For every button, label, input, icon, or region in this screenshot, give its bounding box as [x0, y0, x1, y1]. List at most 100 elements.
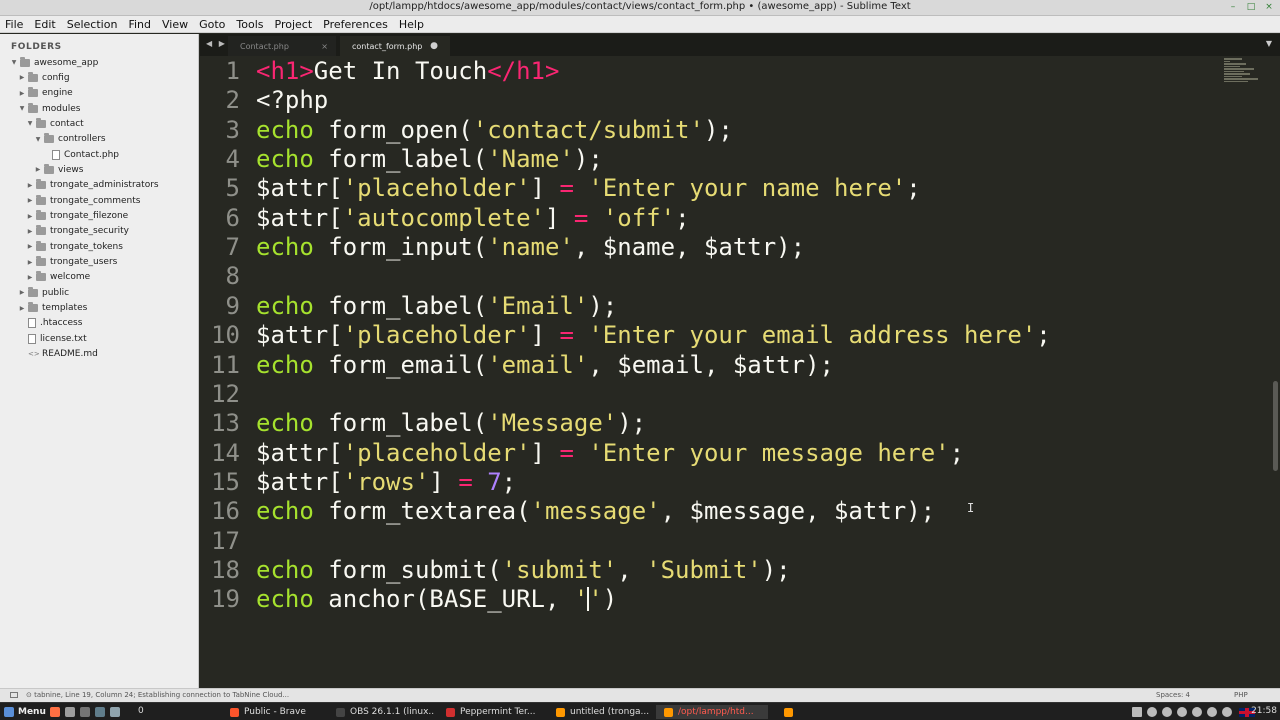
chevron-right-icon[interactable]: ▶ [18, 74, 26, 81]
sidebar-item-controllers[interactable]: ▼ controllers [0, 132, 106, 147]
code-line[interactable]: 18 echo form_submit('submit', 'Submit'); [200, 556, 1220, 585]
menu-goto[interactable]: Goto [199, 18, 225, 31]
files-icon[interactable] [65, 707, 75, 717]
code-line[interactable]: 14 $attr['placeholder'] = 'Enter your mes… [200, 439, 1220, 468]
shield-icon[interactable] [1162, 707, 1172, 717]
tab-contact-form-php[interactable]: contact_form.php ● [340, 36, 450, 56]
sidebar-item-modules[interactable]: ▼ modules [0, 101, 80, 116]
code-line[interactable]: 2 <?php [200, 86, 1220, 115]
workspace-indicator[interactable]: 0 [138, 706, 144, 716]
sidebar-item-trongate-comments[interactable]: ▶ trongate_comments [0, 193, 140, 208]
sidebar-item-htaccess[interactable]: .htaccess [0, 316, 82, 331]
code-line[interactable]: 17 [200, 527, 1220, 556]
unsaved-dot-icon[interactable]: ● [430, 41, 438, 51]
menu-tools[interactable]: Tools [236, 18, 263, 31]
chevron-right-icon[interactable]: ▶ [26, 213, 34, 220]
chevron-down-icon[interactable]: ▼ [18, 105, 26, 112]
wifi-icon[interactable] [1192, 707, 1202, 717]
code-line[interactable]: 11 echo form_email('email', $email, $attr… [200, 351, 1220, 380]
panel-toggle-icon[interactable] [10, 692, 18, 698]
menu-selection[interactable]: Selection [67, 18, 118, 31]
chevron-down-icon[interactable]: ▼ [34, 136, 42, 143]
sidebar-item-awesome-app[interactable]: ▼ awesome_app [0, 55, 98, 70]
menu-file[interactable]: File [5, 18, 23, 31]
settings-icon[interactable] [95, 707, 105, 717]
sidebar-item-readme-md[interactable]: <> README.md [0, 347, 98, 362]
chevron-right-icon[interactable]: ▶ [18, 305, 26, 312]
firefox-icon[interactable] [50, 707, 60, 717]
tab-close-icon[interactable]: × [321, 42, 328, 51]
network-icon[interactable] [1147, 707, 1157, 717]
sidebar-item-trongate-filezone[interactable]: ▶ trongate_filezone [0, 209, 128, 224]
chevron-right-icon[interactable]: ▶ [18, 289, 26, 296]
code-line[interactable]: 4 echo form_label('Name'); [200, 145, 1220, 174]
code-line[interactable]: 1 <h1>Get In Touch</h1> [200, 57, 1220, 86]
sidebar-item-contact[interactable]: ▼ contact [0, 116, 84, 131]
sync-icon[interactable] [1207, 707, 1217, 717]
terminal-icon[interactable] [80, 707, 90, 717]
code-line[interactable]: 13 echo form_label('Message'); [200, 409, 1220, 438]
taskbar-window-3[interactable]: Peppermint Ter... [438, 705, 544, 719]
display-icon[interactable] [1132, 707, 1142, 717]
taskbar-window-2[interactable]: OBS 26.1.1 (linux... [328, 705, 434, 719]
menu-edit[interactable]: Edit [34, 18, 55, 31]
sidebar-item-engine[interactable]: ▶ engine [0, 86, 73, 101]
minimize-icon[interactable]: – [1228, 2, 1238, 12]
code-line[interactable]: 9 echo form_label('Email'); [200, 292, 1220, 321]
chevron-right-icon[interactable]: ▶ [26, 182, 34, 189]
code-line[interactable]: 6 $attr['autocomplete'] = 'off'; [200, 204, 1220, 233]
sidebar-item-templates[interactable]: ▶ templates [0, 301, 87, 316]
menu-view[interactable]: View [162, 18, 188, 31]
code-line[interactable]: 12 [200, 380, 1220, 409]
chevron-right-icon[interactable]: ▶ [26, 197, 34, 204]
code-line[interactable]: 8 [200, 262, 1220, 291]
menu-find[interactable]: Find [128, 18, 151, 31]
code-editor[interactable]: I 1 <h1>Get In Touch</h1> 2 <?php 3 echo form… [200, 56, 1280, 688]
code-line[interactable]: 19 echo anchor(BASE_URL, '') [200, 585, 1220, 614]
sidebar-item-contact-php[interactable]: Contact.php [0, 147, 119, 162]
menu-preferences[interactable]: Preferences [323, 18, 388, 31]
start-menu-button[interactable]: Menu [4, 705, 46, 719]
sidebar-item-config[interactable]: ▶ config [0, 70, 70, 85]
taskbar-window-5[interactable]: /opt/lampp/htd... [656, 705, 768, 719]
chevron-right-icon[interactable]: ▶ [26, 228, 34, 235]
volume-icon[interactable] [1222, 707, 1232, 717]
menu-project[interactable]: Project [275, 18, 313, 31]
sidebar-item-trongate-users[interactable]: ▶ trongate_users [0, 255, 117, 270]
chevron-right-icon[interactable]: ▶ [26, 274, 34, 281]
chevron-right-icon[interactable]: ▶ [26, 243, 34, 250]
sidebar-item-views[interactable]: ▶ views [0, 162, 83, 177]
taskbar-sublime-launcher[interactable] [776, 705, 802, 719]
chevron-down-icon[interactable]: ▼ [10, 59, 18, 66]
taskbar-window-4[interactable]: untitled (tronga... [548, 705, 652, 719]
tab-menu-chevron-icon[interactable]: ▼ [1266, 39, 1272, 48]
tab-contact-php[interactable]: Contact.php × [228, 36, 336, 56]
code-line[interactable]: 7 echo form_input('name', $name, $attr); [200, 233, 1220, 262]
menu-help[interactable]: Help [399, 18, 424, 31]
taskbar-window-1[interactable]: Public - Brave [222, 705, 324, 719]
code-line[interactable]: 3 echo form_open('contact/submit'); [200, 116, 1220, 145]
desktop-icon[interactable] [110, 707, 120, 717]
sidebar-item-trongate-tokens[interactable]: ▶ trongate_tokens [0, 239, 123, 254]
tab-nav-arrows-icon[interactable]: ◀ ▶ [206, 39, 227, 48]
maximize-icon[interactable]: □ [1246, 2, 1256, 12]
code-line[interactable]: 16 echo form_textarea('message', $message… [200, 497, 1220, 526]
chevron-right-icon[interactable]: ▶ [26, 259, 34, 266]
syntax-setting[interactable]: PHP [1234, 691, 1248, 699]
sidebar-item-trongate-security[interactable]: ▶ trongate_security [0, 224, 129, 239]
code-line[interactable]: 15 $attr['rows'] = 7; [200, 468, 1220, 497]
chevron-right-icon[interactable]: ▶ [34, 166, 42, 173]
close-icon[interactable]: × [1264, 2, 1274, 12]
sidebar-item-public[interactable]: ▶ public [0, 285, 69, 300]
minimap[interactable] [1224, 58, 1264, 86]
sidebar-item-license-txt[interactable]: license.txt [0, 331, 87, 346]
chevron-right-icon[interactable]: ▶ [18, 90, 26, 97]
update-icon[interactable] [1177, 707, 1187, 717]
scroll-thumb[interactable] [1273, 381, 1278, 471]
code-line[interactable]: 10 $attr['placeholder'] = 'Enter your ema… [200, 321, 1220, 350]
sidebar-item-trongate-administrators[interactable]: ▶ trongate_administrators [0, 178, 159, 193]
indentation-setting[interactable]: Spaces: 4 [1156, 691, 1190, 699]
code-line[interactable]: 5 $attr['placeholder'] = 'Enter your name… [200, 174, 1220, 203]
sidebar-item-welcome[interactable]: ▶ welcome [0, 270, 90, 285]
editor-scrollbar[interactable] [1269, 56, 1278, 688]
